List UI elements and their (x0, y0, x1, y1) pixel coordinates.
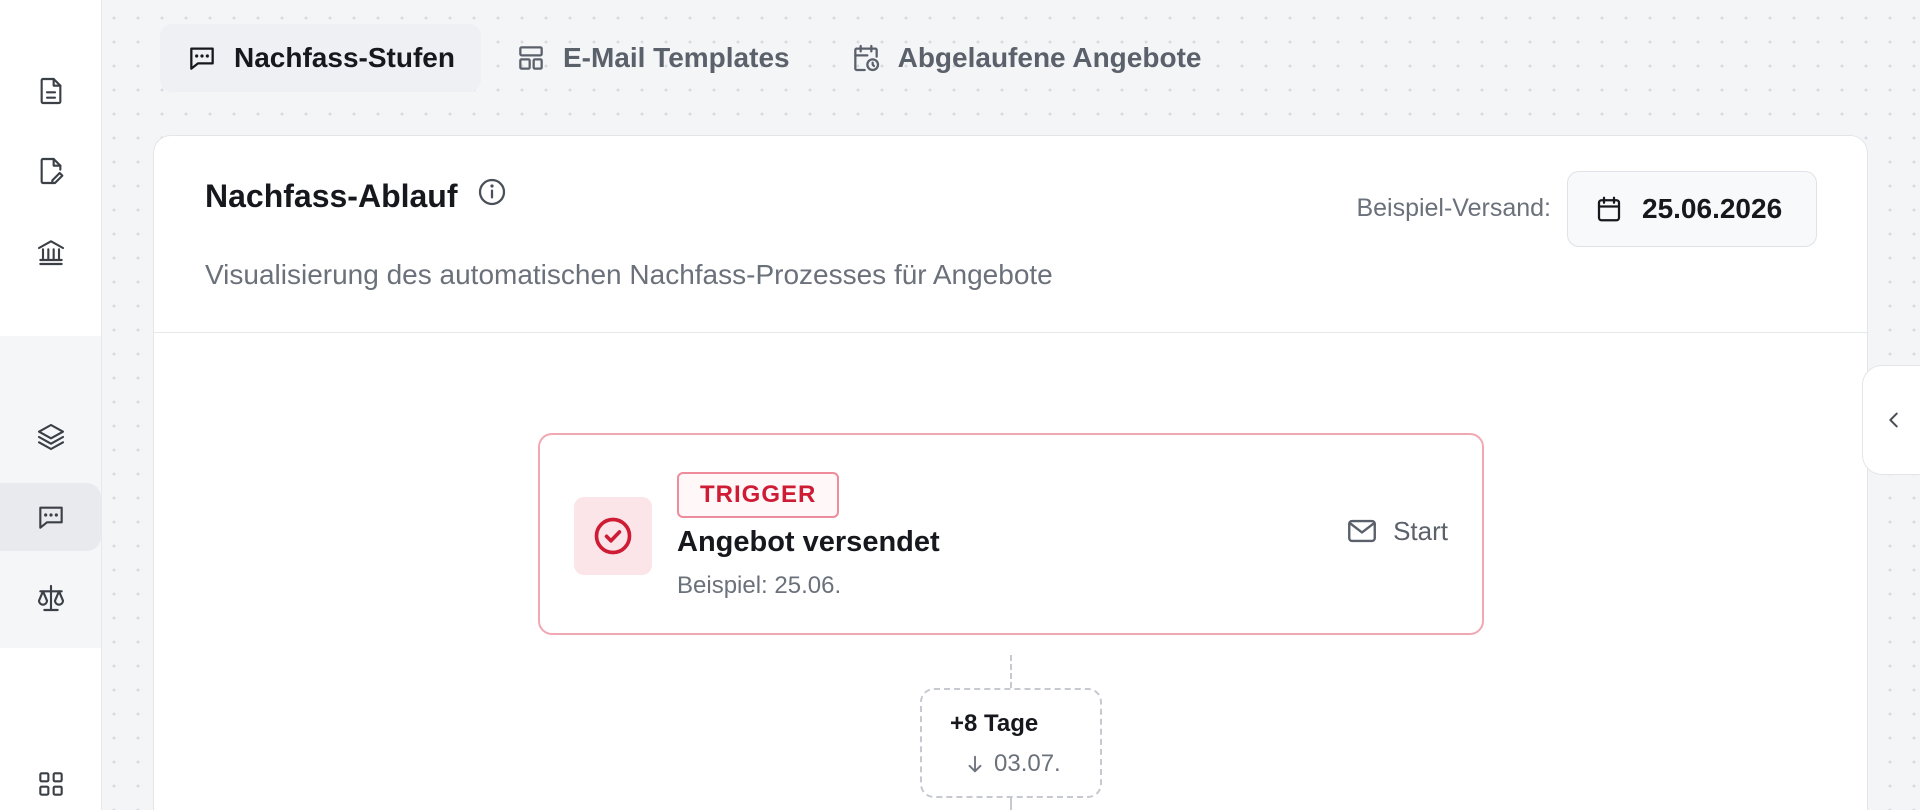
calendar-clock-icon (853, 44, 879, 72)
document-icon[interactable] (0, 57, 101, 125)
card-subtitle: Visualisierung des automatischen Nachfas… (205, 259, 1053, 290)
icon-sidebar (0, 0, 102, 810)
layout-template-icon (519, 46, 543, 70)
trigger-action-label: Start (1393, 515, 1448, 546)
delay-date-value: 03.07. (994, 750, 1061, 777)
chevron-left-icon (1889, 412, 1898, 428)
send-date-value: 25.06.2026 (1642, 193, 1783, 224)
trigger-badge: TRIGGER (677, 472, 840, 518)
card-title-text: Nachfass-Ablauf (205, 177, 458, 214)
delay-date: 03.07. (964, 750, 1061, 778)
card-title: Nachfass-Ablauf (205, 176, 508, 216)
panel-collapse-button[interactable] (1862, 365, 1920, 475)
tab-label: Nachfass-Stufen (234, 42, 455, 73)
send-date-label: Beispiel-Versand: (1356, 194, 1551, 222)
mail-icon (1348, 519, 1377, 543)
connector-line (1010, 655, 1012, 688)
tab-label: E-Mail Templates (562, 42, 790, 73)
bank-icon[interactable] (0, 218, 101, 286)
message-square-icon (190, 47, 214, 70)
delay-duration: +8 Tage (950, 710, 1039, 737)
card-header: Nachfass-Ablauf Visualisierung des autom… (154, 136, 1867, 333)
tab-nachfass-stufen[interactable]: Nachfass-Stufen (160, 24, 481, 92)
trigger-example-date: Beispiel: 25.06. (677, 572, 842, 599)
message-square-icon[interactable] (0, 483, 101, 551)
delay-node[interactable]: +8 Tage 03.07. (920, 688, 1102, 798)
tab-bar: Nachfass-Stufen E-Mail Templates Abgelau… (160, 24, 1227, 92)
info-icon[interactable] (476, 176, 508, 216)
connector-line (1010, 798, 1012, 810)
check-circle-icon (594, 517, 632, 555)
arrow-down-icon (968, 755, 982, 773)
trigger-icon-box (574, 497, 652, 575)
tab-email-templates[interactable]: E-Mail Templates (489, 24, 816, 92)
tab-label: Abgelaufene Angebote (897, 42, 1202, 73)
send-date-picker[interactable]: 25.06.2026 (1567, 171, 1817, 247)
calendar-icon (1597, 196, 1621, 222)
trigger-node[interactable]: TRIGGER Angebot versendet Beispiel: 25.0… (538, 433, 1484, 635)
tab-abgelaufene-angebote[interactable]: Abgelaufene Angebote (824, 24, 1228, 92)
trigger-action: Start (1345, 514, 1448, 548)
document-edit-icon[interactable] (0, 137, 101, 205)
trigger-title: Angebot versendet (677, 526, 940, 558)
scale-icon[interactable] (0, 564, 101, 632)
grid-icon[interactable] (0, 750, 101, 810)
layers-icon[interactable] (0, 403, 101, 471)
